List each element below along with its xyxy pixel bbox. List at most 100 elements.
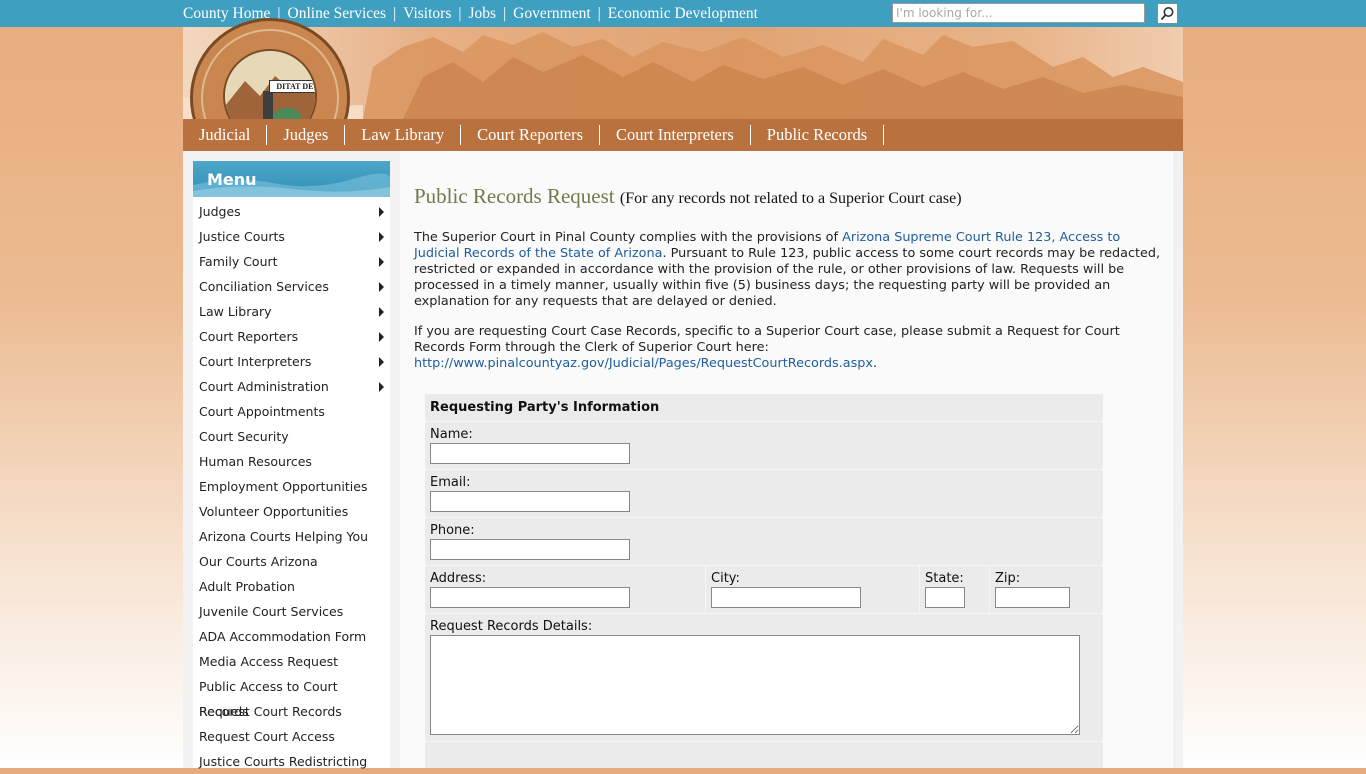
sidebar-menu-header: Menu (193, 161, 390, 197)
sidebar-item-law-library[interactable]: Law Library (193, 299, 390, 324)
cell-divider (989, 566, 990, 614)
chevron-right-icon (379, 382, 384, 392)
address-row: Address: City: State: Zip: (425, 565, 1103, 614)
zip-field[interactable] (995, 587, 1070, 608)
sidebar-item-label: Law Library (199, 304, 272, 319)
phone-row: Phone: (425, 517, 1103, 565)
sidebar-item-label: Request Court Access (199, 729, 335, 744)
details-label: Request Records Details: (430, 619, 593, 634)
chevron-right-icon (379, 357, 384, 367)
sidebar-item-court-reporters[interactable]: Court Reporters (193, 324, 390, 349)
main-nav-court-interpreters[interactable]: Court Interpreters (600, 125, 751, 145)
name-field[interactable] (430, 443, 630, 464)
sidebar-item-label: Court Administration (199, 379, 329, 394)
sidebar-item-conciliation-services[interactable]: Conciliation Services (193, 274, 390, 299)
case-records-text-end: . (872, 356, 878, 371)
page-subtitle: (For any records not related to a Superi… (619, 190, 962, 207)
sidebar-item-court-administration[interactable]: Court Administration (193, 374, 390, 399)
sidebar-item-label: Human Resources (199, 454, 312, 469)
address-field[interactable] (430, 587, 630, 608)
search-input[interactable] (892, 3, 1145, 23)
page-title-text: Public Records Request (414, 184, 615, 208)
city-field[interactable] (711, 587, 861, 608)
search-button[interactable] (1157, 3, 1178, 24)
top-nav-separator: | (393, 4, 397, 22)
sidebar-item-request-court-access[interactable]: Request Court Access (193, 724, 390, 749)
sidebar-item-label: Adult Probation (199, 579, 295, 594)
sidebar-item-label: Request Court Records (199, 704, 342, 719)
top-nav-separator: | (503, 4, 507, 22)
intro-paragraph: The Superior Court in Pinal County compl… (414, 230, 1162, 310)
top-nav-jobs[interactable]: Jobs (468, 5, 496, 23)
sidebar-item-volunteer-opportunities[interactable]: Volunteer Opportunities (193, 499, 390, 524)
sidebar-item-justice-courts-redistricting[interactable]: Justice Courts Redistricting (193, 749, 390, 774)
sidebar-item-juvenile-court-services[interactable]: Juvenile Court Services (193, 599, 390, 624)
sidebar-item-our-courts-arizona[interactable]: Our Courts Arizona (193, 549, 390, 574)
sidebar-item-media-access-request[interactable]: Media Access Request (193, 649, 390, 674)
request-court-records-link[interactable]: http://www.pinalcountyaz.gov/Judicial/Pa… (414, 356, 873, 371)
sidebar-item-court-interpreters[interactable]: Court Interpreters (193, 349, 390, 374)
email-label: Email: (430, 475, 471, 490)
sidebar-item-justice-courts[interactable]: Justice Courts (193, 224, 390, 249)
cell-divider (919, 566, 920, 614)
cell-divider (705, 566, 706, 614)
chevron-right-icon (379, 282, 384, 292)
main-nav-public-records[interactable]: Public Records (751, 125, 885, 145)
sidebar-item-public-access-to-court-records[interactable]: Public Access to Court Records (193, 674, 390, 719)
magnifier-icon (1160, 7, 1174, 21)
main-nav-judges[interactable]: Judges (267, 125, 346, 145)
sidebar-item-label: Juvenile Court Services (199, 604, 344, 619)
main-nav-law-library[interactable]: Law Library (345, 125, 462, 145)
sidebar-menu-title: Menu (207, 170, 257, 189)
sidebar-item-label: Court Appointments (199, 404, 325, 419)
city-label: City: (711, 571, 740, 586)
chevron-right-icon (379, 232, 384, 242)
state-field[interactable] (925, 587, 965, 608)
sidebar-item-adult-probation[interactable]: Adult Probation (193, 574, 390, 599)
sidebar-item-label: Employment Opportunities (199, 479, 368, 494)
top-nav-visitors[interactable]: Visitors (403, 5, 451, 23)
top-nav-government[interactable]: Government (513, 5, 590, 23)
sidebar-item-label: Volunteer Opportunities (199, 504, 349, 519)
sidebar-item-family-court[interactable]: Family Court (193, 249, 390, 274)
sidebar-item-ada-accommodation-form[interactable]: ADA Accommodation Form (193, 624, 390, 649)
form-heading: Requesting Party's Information (425, 394, 1103, 421)
sidebar-item-label: Media Access Request (199, 654, 339, 669)
sidebar-item-court-security[interactable]: Court Security (193, 424, 390, 449)
top-nav-online-services[interactable]: Online Services (288, 5, 387, 23)
page-title: Public Records Request (For any records … (414, 184, 962, 209)
chevron-right-icon (379, 307, 384, 317)
top-nav-separator: | (458, 4, 462, 22)
sidebar-item-arizona-courts-helping-you[interactable]: Arizona Courts Helping You (193, 524, 390, 549)
chevron-right-icon (379, 332, 384, 342)
top-nav-separator: | (597, 4, 601, 22)
phone-field[interactable] (430, 539, 630, 560)
chevron-right-icon (379, 207, 384, 217)
main-nav-court-reporters[interactable]: Court Reporters (461, 125, 601, 145)
main-nav-judicial[interactable]: Judicial (183, 125, 268, 145)
sidebar-item-label: Our Courts Arizona (199, 554, 318, 569)
details-textarea[interactable] (430, 635, 1080, 735)
sidebar-item-employment-opportunities[interactable]: Employment Opportunities (193, 474, 390, 499)
sidebar-item-label: Conciliation Services (199, 279, 329, 294)
top-nav-economic-development[interactable]: Economic Development (608, 5, 758, 23)
sidebar-item-label: Judges (199, 204, 241, 219)
sidebar-item-human-resources[interactable]: Human Resources (193, 449, 390, 474)
seal-motto: DITAT DEUS (269, 80, 315, 93)
zip-label: Zip: (995, 571, 1021, 586)
sidebar-item-court-appointments[interactable]: Court Appointments (193, 399, 390, 424)
sidebar-item-judges[interactable]: Judges (193, 199, 390, 224)
email-field[interactable] (430, 491, 630, 512)
sidebar-item-label: ADA Accommodation Form (199, 629, 367, 644)
sidebar-item-label: Justice Courts Redistricting (199, 754, 368, 769)
form-footer-row (425, 741, 1103, 768)
sidebar-item-request-court-records[interactable]: Request Court Records (193, 699, 390, 724)
sidebar-item-label: Family Court (199, 254, 278, 269)
sidebar-item-label: Arizona Courts Helping You (199, 529, 369, 544)
sidebar-item-label: Court Security (199, 429, 289, 444)
email-row: Email: (425, 469, 1103, 517)
request-form: Requesting Party's Information Name: Ema… (425, 394, 1103, 768)
case-records-paragraph: If you are requesting Court Case Records… (414, 324, 1162, 372)
main-nav: Judicial Judges Law Library Court Report… (183, 119, 1183, 151)
sidebar-item-label: Court Reporters (199, 329, 299, 344)
